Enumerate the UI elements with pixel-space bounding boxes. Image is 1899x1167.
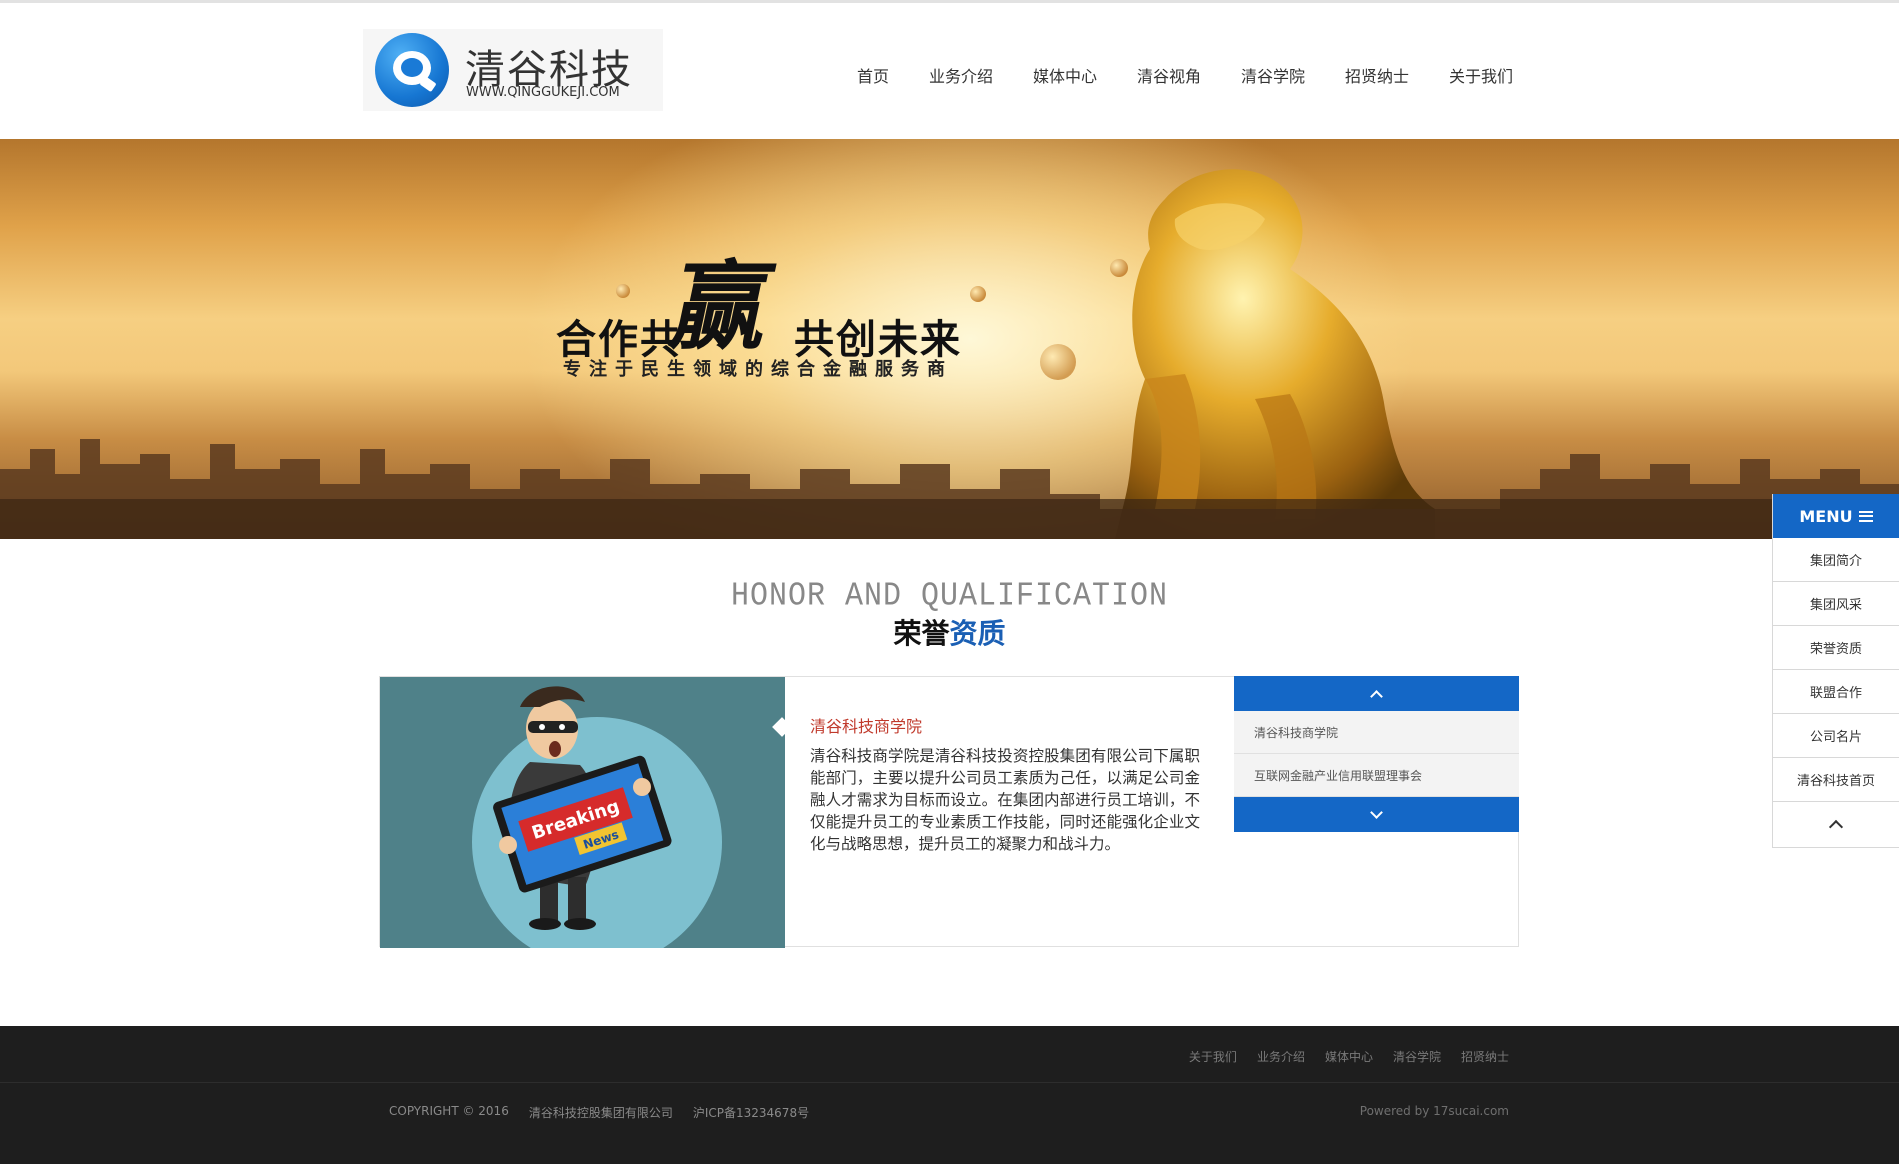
nav-about[interactable]: 关于我们 — [1449, 63, 1513, 87]
back-to-top-button[interactable] — [1773, 802, 1899, 848]
panel-text: 清谷科技商学院 清谷科技商学院是清谷科技投资控股集团有限公司下属职能部门，主要以… — [810, 713, 1200, 855]
footer-divider — [0, 1082, 1899, 1083]
footer-link-business[interactable]: 业务介绍 — [1257, 1048, 1305, 1065]
footer-link-about[interactable]: 关于我们 — [1189, 1048, 1237, 1065]
thief-illustration: Breaking News — [380, 677, 785, 948]
site-header: 清谷科技 WWW.QINGGUKEJI.COM 首页 业务介绍 媒体中心 清谷视… — [0, 3, 1899, 139]
footer-link-media[interactable]: 媒体中心 — [1325, 1048, 1373, 1065]
logo-q-icon — [375, 33, 449, 107]
chevron-up-icon — [1370, 689, 1383, 703]
icp-number[interactable]: 沪ICP备13234678号 — [693, 1104, 809, 1121]
logo-url: WWW.QINGGUKEJI.COM — [466, 85, 620, 100]
chevron-down-icon — [1370, 805, 1383, 819]
footer-copyright: COPYRIGHT © 2016 清谷科技控股集团有限公司 沪ICP备13234… — [389, 1104, 809, 1121]
nav-media[interactable]: 媒体中心 — [1033, 63, 1097, 87]
section-title-en: HONOR AND QUALIFICATION — [730, 578, 1169, 616]
footer-link-careers[interactable]: 招贤纳士 — [1461, 1048, 1509, 1065]
list-scroll-up-button[interactable] — [1234, 676, 1519, 711]
footer-link-academy[interactable]: 清谷学院 — [1393, 1048, 1441, 1065]
side-menu-item-home[interactable]: 清谷科技首页 — [1773, 758, 1899, 802]
copyright-text: COPYRIGHT © 2016 — [389, 1104, 509, 1118]
company-name: 清谷科技控股集团有限公司 — [528, 1106, 673, 1120]
coin-decoration — [970, 286, 986, 302]
side-menu-item-intro[interactable]: 集团简介 — [1773, 538, 1899, 582]
side-menu-title: MENU — [1799, 506, 1853, 526]
coin-decoration — [616, 284, 630, 298]
nav-academy[interactable]: 清谷学院 — [1241, 63, 1305, 87]
honor-list: 清谷科技商学院 互联网金融产业信用联盟理事会 — [1234, 676, 1519, 832]
logo[interactable]: 清谷科技 WWW.QINGGUKEJI.COM — [363, 29, 663, 111]
hero-banner: 合作共 赢 共创未来 专注于民生领域的综合金融服务商 — [0, 139, 1899, 539]
footer-nav: 关于我们 业务介绍 媒体中心 清谷学院 招贤纳士 — [1189, 1048, 1509, 1065]
panel-description: 清谷科技商学院是清谷科技投资控股集团有限公司下属职能部门，主要以提升公司员工素质… — [810, 747, 1200, 853]
nav-perspective[interactable]: 清谷视角 — [1137, 63, 1201, 87]
nav-home[interactable]: 首页 — [857, 63, 889, 87]
site-footer: 关于我们 业务介绍 媒体中心 清谷学院 招贤纳士 COPYRIGHT © 201… — [0, 1026, 1899, 1167]
coin-decoration — [1040, 344, 1076, 380]
honor-panel: Breaking News 清谷科技商学院 清谷科技商学院是清谷科技投资控股集团… — [379, 676, 1519, 948]
section-title-zh-black: 荣誉 — [893, 617, 950, 650]
side-menu-item-card[interactable]: 公司名片 — [1773, 714, 1899, 758]
city-skyline — [0, 439, 1899, 539]
list-item[interactable]: 清谷科技商学院 — [1234, 711, 1519, 754]
side-menu: MENU 集团简介 集团风采 荣誉资质 联盟合作 公司名片 清谷科技首页 — [1772, 494, 1899, 848]
panel-title[interactable]: 清谷科技商学院 — [810, 713, 1200, 737]
side-menu-item-alliance[interactable]: 联盟合作 — [1773, 670, 1899, 714]
section-title-zh-blue: 资质 — [949, 617, 1006, 650]
hamburger-icon — [1858, 510, 1873, 522]
list-item[interactable]: 互联网金融产业信用联盟理事会 — [1234, 754, 1519, 797]
nav-careers[interactable]: 招贤纳士 — [1345, 63, 1409, 87]
side-menu-header[interactable]: MENU — [1773, 494, 1899, 538]
powered-by[interactable]: Powered by 17sucai.com — [1360, 1104, 1509, 1118]
nav-business[interactable]: 业务介绍 — [929, 63, 993, 87]
chevron-up-icon — [1828, 819, 1844, 835]
list-scroll-down-button[interactable] — [1234, 797, 1519, 832]
banner-subslogan: 专注于民生领域的综合金融服务商 — [563, 359, 953, 380]
section-title-zh: 荣誉资质 — [0, 612, 1899, 652]
